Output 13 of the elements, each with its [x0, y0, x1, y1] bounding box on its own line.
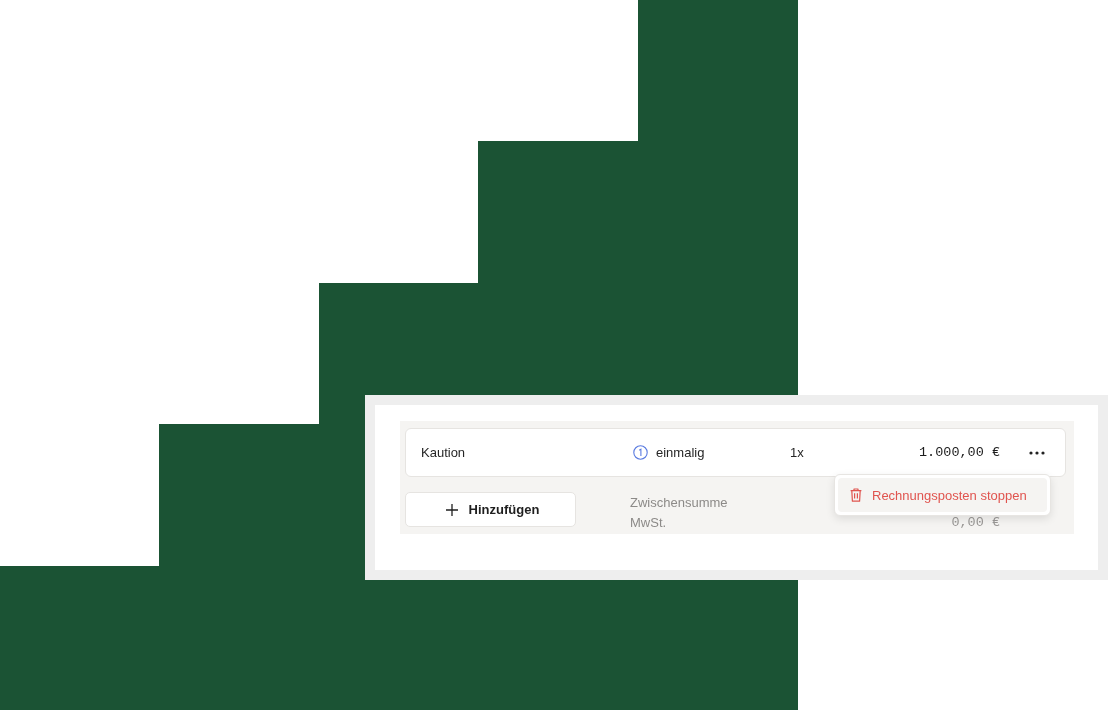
quantity-label: 1x: [790, 445, 804, 460]
item-name: Kaution: [421, 445, 466, 460]
trash-icon: [850, 488, 862, 502]
info-icon: [633, 445, 648, 460]
plus-icon: [445, 503, 458, 516]
amount-label: 1.000,00 €: [919, 445, 1000, 460]
add-button[interactable]: Hinzufügen: [405, 492, 576, 527]
summary-label: Zwischensumme: [630, 494, 728, 512]
frequency-label: einmalig: [656, 445, 705, 460]
summary-amount: 0,00 €: [951, 514, 1000, 532]
menu-item[interactable]: Rechnungsposten stoppen: [838, 478, 1047, 512]
more-icon[interactable]: [1029, 450, 1045, 455]
summary-label: MwSt.: [630, 514, 667, 532]
